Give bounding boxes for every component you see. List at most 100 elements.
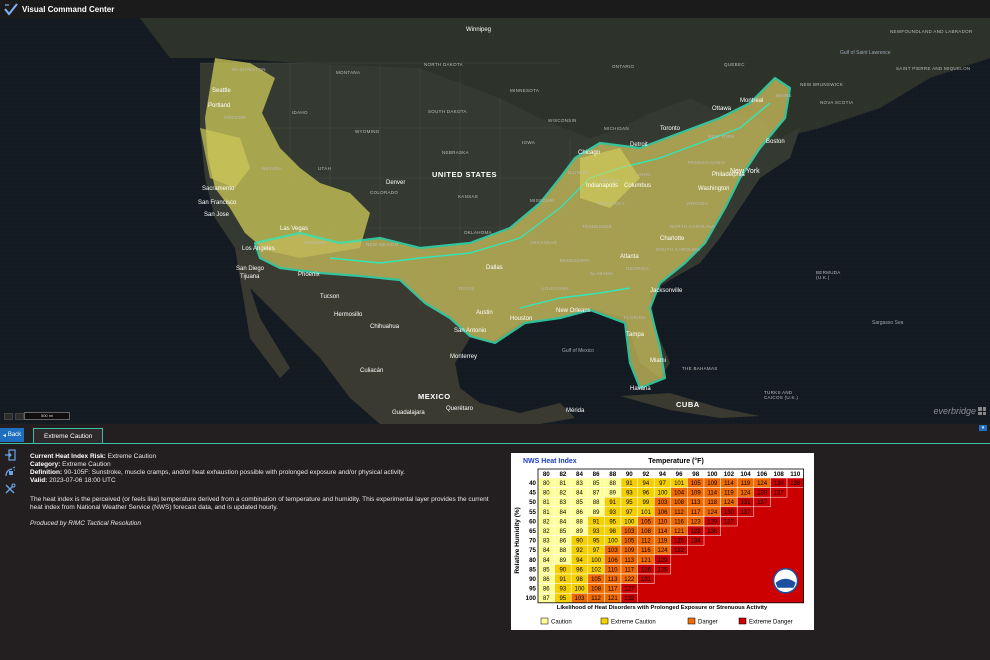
heat-cell-value: 91 xyxy=(560,577,567,583)
heat-cell-value: 87 xyxy=(543,596,550,602)
row-header-60: 60 xyxy=(529,518,536,525)
heat-cell-value: 87 xyxy=(593,491,600,497)
legend-label-2: Danger xyxy=(698,620,718,626)
heat-cell-value: 126 xyxy=(641,567,652,573)
zoom-controls[interactable] xyxy=(4,413,24,420)
heat-cell-value: 113 xyxy=(691,500,701,506)
microsoft-logo-icon xyxy=(978,407,986,415)
chart-footer: Likelihood of Heat Disorders with Prolon… xyxy=(557,605,768,611)
heat-cell-value: 105 xyxy=(691,481,702,487)
heat-cell-value: 91 xyxy=(609,500,616,506)
heat-cell-value: 81 xyxy=(543,500,550,506)
heat-cell-value: 124 xyxy=(740,491,751,497)
map-label-jacksonville: Jacksonville xyxy=(650,288,683,294)
heat-cell-value: 95 xyxy=(560,596,567,602)
layer-info: Current Heat Index Risk: Extreme Caution… xyxy=(30,453,500,528)
map-label-tampa: Tampa xyxy=(626,332,645,338)
column-header-96: 96 xyxy=(676,471,683,478)
map-label-montana: MONTANA xyxy=(336,70,361,75)
heat-cell-value: 84 xyxy=(576,491,583,497)
map-label-turks: TURKS AND CAICOS (U.K.) xyxy=(764,390,799,400)
back-button-label: Back xyxy=(7,432,22,438)
heat-cell-value: 100 xyxy=(608,539,619,545)
tab-extreme-caution[interactable]: Extreme Caution xyxy=(33,428,104,443)
map-label-denver: Denver xyxy=(386,180,406,186)
map-label-ontario: ONTARIO xyxy=(612,64,635,69)
heat-cell-value: 94 xyxy=(643,481,650,487)
login-icon[interactable] xyxy=(4,449,16,461)
heat-cell-value: 82 xyxy=(560,491,567,497)
map-canvas[interactable] xyxy=(0,18,990,424)
heat-cell-value: 103 xyxy=(608,548,619,554)
heat-cell-value: 108 xyxy=(674,500,685,506)
map-label-montreal: Montreal xyxy=(740,98,764,104)
map-label-culiacan: Culiacán xyxy=(360,368,384,374)
heat-cell-value: 123 xyxy=(691,519,702,525)
heat-cell-value: 112 xyxy=(591,596,601,602)
map-label-arkansas: ARKANSAS xyxy=(530,240,557,245)
heat-cell-value: 121 xyxy=(641,558,652,564)
heat-cell-value: 108 xyxy=(641,529,652,535)
legend-swatch-1 xyxy=(600,617,609,625)
column-header-90: 90 xyxy=(626,471,633,478)
app-logo-icon xyxy=(4,3,18,16)
map-label-tijuana: Tijuana xyxy=(240,274,260,280)
heat-cell-value: 124 xyxy=(724,500,735,506)
column-header-108: 108 xyxy=(774,471,785,478)
map-label-dallas: Dallas xyxy=(486,265,503,271)
column-header-110: 110 xyxy=(790,471,801,478)
column-header-100: 100 xyxy=(707,471,718,478)
map-label-detroit: Detroit xyxy=(630,142,648,148)
back-button[interactable]: ◂ Back xyxy=(0,428,24,442)
collapse-panel-button[interactable]: ▾ xyxy=(979,425,987,431)
tools-icon[interactable] xyxy=(4,483,16,495)
heat-cell-value: 86 xyxy=(543,577,550,583)
map-label-missouri: MISSOURI xyxy=(530,198,555,203)
heat-cell-value: 114 xyxy=(708,491,718,497)
heat-cell-value: 89 xyxy=(560,558,567,564)
row-header-label: Relative Humidity (%) xyxy=(514,507,521,573)
heat-cell-value: 83 xyxy=(543,539,550,545)
heat-cell-value: 95 xyxy=(593,539,600,545)
satellite-icon[interactable] xyxy=(4,466,16,478)
heat-cell-value: 117 xyxy=(691,510,701,516)
heat-cell-value: 106 xyxy=(657,510,668,516)
heat-cell-value: 137 xyxy=(757,500,768,506)
map-label-atlanta: Atlanta xyxy=(620,254,639,260)
map-label-winnipeg: Winnipeg xyxy=(466,27,492,33)
map-label-boston: Boston xyxy=(766,139,785,145)
row-header-55: 55 xyxy=(529,509,536,516)
heat-cell-value: 95 xyxy=(626,500,633,506)
heat-cell-value: 130 xyxy=(724,510,735,516)
map-label-arizona: ARIZONA xyxy=(304,240,327,245)
column-header-106: 106 xyxy=(757,471,768,478)
map-label-phoenix: Phoenix xyxy=(298,272,320,278)
definition-line: Definition: 90-105F: Sunstroke, muscle c… xyxy=(30,469,405,476)
heat-cell-value: 97 xyxy=(659,481,666,487)
map-label-florida: FLORIDA xyxy=(624,315,646,320)
map-label-seattle: Seattle xyxy=(212,88,231,94)
column-header-98: 98 xyxy=(692,471,699,478)
everbridge-watermark: everbridge xyxy=(933,406,976,416)
map-label-kansas: KANSAS xyxy=(458,194,479,199)
map-label-chicago: Chicago xyxy=(578,150,601,156)
map-view[interactable]: Winnipeg NORTH DAKOTA MONTANA WASHINGTON… xyxy=(0,18,990,424)
map-label-columbus: Columbus xyxy=(624,183,652,189)
zoom-in-button[interactable] xyxy=(15,413,24,420)
heat-cell-value: 130 xyxy=(757,491,768,497)
heat-cell-value: 134 xyxy=(691,539,702,545)
heat-cell-value: 116 xyxy=(674,519,684,525)
map-label-nevada: NEVADA xyxy=(262,166,282,171)
heat-cell-value: 137 xyxy=(774,491,785,497)
heat-cell-value: 80 xyxy=(543,491,550,497)
heat-cell-value: 93 xyxy=(593,529,600,535)
map-label-cuba: CUBA xyxy=(676,400,700,409)
heat-cell-value: 81 xyxy=(560,481,567,487)
heat-cell-value: 130 xyxy=(774,481,785,487)
zoom-out-button[interactable] xyxy=(4,413,13,420)
map-label-south-dakota: SOUTH DAKOTA xyxy=(428,109,467,114)
heat-cell-value: 103 xyxy=(624,529,635,535)
heat-cell-value: 131 xyxy=(740,500,751,506)
back-arrow-icon: ◂ xyxy=(2,432,6,439)
map-label-ottawa: Ottawa xyxy=(712,106,732,112)
